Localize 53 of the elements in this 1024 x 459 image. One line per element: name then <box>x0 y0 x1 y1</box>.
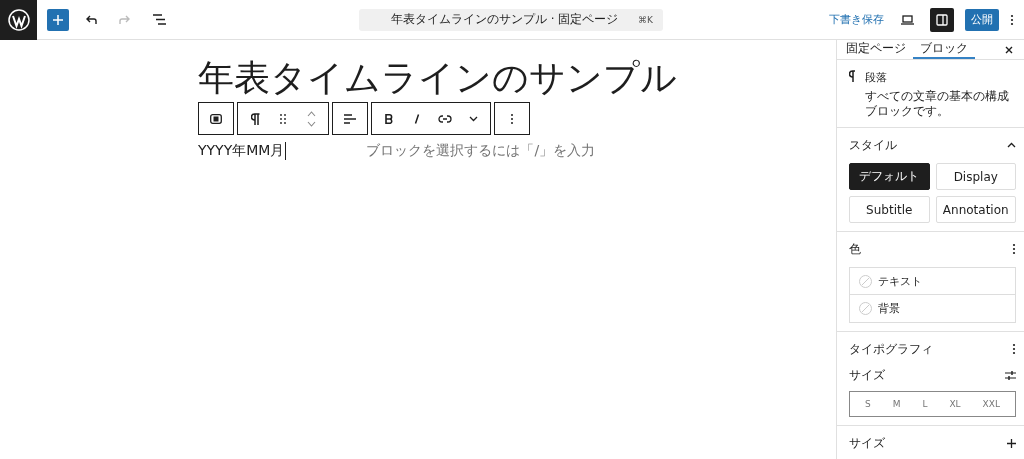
sidebar-icon <box>936 13 948 26</box>
up-down-arrows-icon <box>306 109 316 128</box>
plus-icon[interactable] <box>1007 438 1016 448</box>
sliders-icon[interactable] <box>1005 371 1016 380</box>
block-description: すべての文章の基本の構成ブロックです。 <box>864 89 1010 119</box>
italic-icon <box>414 113 420 124</box>
style-option-button[interactable]: Subtitle <box>849 196 930 223</box>
page-title[interactable]: 年表タイムラインのサンプル <box>198 56 677 100</box>
align-left-icon <box>344 113 356 124</box>
bold-icon <box>385 113 393 124</box>
more-options-icon <box>510 112 514 125</box>
settings-button[interactable] <box>930 7 954 32</box>
laptop-icon <box>900 14 914 25</box>
add-block-button[interactable] <box>47 8 69 31</box>
link-icon <box>438 114 452 123</box>
block-icon <box>210 113 222 124</box>
chevron-up-icon[interactable] <box>1007 142 1016 148</box>
empty-swatch-icon <box>859 274 872 288</box>
font-size-option[interactable]: XXL <box>978 397 1004 411</box>
section-title: 色 <box>849 240 861 258</box>
close-icon <box>1005 45 1013 54</box>
list-view-icon <box>152 14 166 25</box>
paragraph-text[interactable]: YYYY年MM月 <box>198 142 287 160</box>
sidebar-tab[interactable]: ブロック <box>913 40 975 59</box>
drag-handle-icon <box>280 113 286 124</box>
paragraph-icon <box>250 112 260 125</box>
more-options-icon[interactable] <box>1012 343 1016 355</box>
style-option-button[interactable]: Display <box>935 163 1016 190</box>
font-size-option[interactable]: XL <box>945 397 965 411</box>
style-option-button[interactable]: デフォルト <box>849 163 930 190</box>
section-title: スタイル <box>849 136 897 154</box>
style-option-button[interactable]: Annotation <box>935 196 1016 223</box>
section-title: タイポグラフィ <box>849 340 933 358</box>
sidebar-tab[interactable]: 固定ページ <box>839 40 913 59</box>
empty-swatch-icon <box>859 302 872 315</box>
empty-block-hint: ブロックを選択するには「/」を入力 <box>366 142 596 160</box>
wordpress-logo[interactable] <box>0 0 37 40</box>
publish-button[interactable]: 公開 <box>965 8 999 31</box>
redo-icon <box>119 14 131 25</box>
font-size-option[interactable]: L <box>918 397 932 411</box>
save-draft-link[interactable]: 下書き保存 <box>829 12 884 27</box>
plus-icon <box>53 14 63 25</box>
more-options-icon[interactable] <box>1010 13 1014 26</box>
paragraph-icon <box>849 70 855 82</box>
font-size-option[interactable]: S <box>861 397 875 411</box>
section-title: サイズ <box>849 434 885 452</box>
size-label: サイズ <box>849 367 885 384</box>
more-options-icon[interactable] <box>1012 243 1016 255</box>
undo-icon <box>85 14 97 25</box>
block-name: 段落 <box>864 70 888 85</box>
font-size-option[interactable]: M <box>888 397 905 411</box>
chevron-down-icon <box>468 115 478 122</box>
command-palette-button[interactable]: 年表タイムラインのサンプル · 固定ページ ⌘K <box>359 8 663 31</box>
